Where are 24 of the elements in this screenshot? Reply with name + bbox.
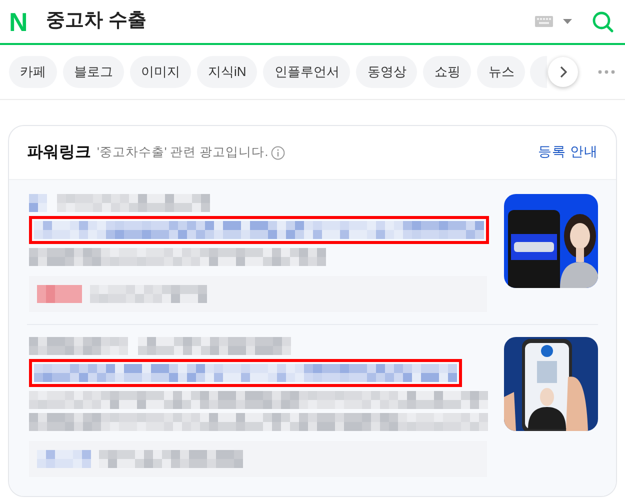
category-tab[interactable]: 이미지: [130, 56, 191, 88]
caret-icon[interactable]: [563, 19, 572, 24]
link-bar[interactable]: [29, 441, 487, 477]
category-tab[interactable]: 동영상: [356, 56, 418, 88]
blurred-badge-drawing: [37, 450, 91, 468]
info-icon[interactable]: [271, 146, 286, 160]
scroll-right-button[interactable]: [548, 57, 578, 87]
section-title: 파워링크: [27, 142, 91, 162]
more-icon[interactable]: [598, 70, 615, 74]
chevron-right-icon: [560, 66, 566, 78]
blurred-badge-drawing: [37, 285, 82, 303]
ad-notice: '중고차수출' 관련 광고입니다.: [97, 144, 268, 162]
category-tab[interactable]: 뉴스: [477, 56, 526, 88]
category-tab[interactable]: 카페: [9, 56, 57, 88]
category-tab[interactable]: 블로그: [63, 56, 124, 88]
register-link[interactable]: 등록 안내: [538, 142, 598, 163]
category-tab[interactable]: 지식iN: [197, 56, 258, 88]
search-icon[interactable]: [592, 10, 614, 32]
favicon-icon: [29, 194, 47, 212]
keyboard-icon[interactable]: [535, 16, 553, 27]
category-tab[interactable]: 쇼핑: [423, 56, 472, 88]
category-tab[interactable]: 인플루언서: [263, 56, 350, 88]
search-query[interactable]: 중고차 수출: [46, 7, 146, 36]
link-bar[interactable]: [29, 276, 487, 312]
